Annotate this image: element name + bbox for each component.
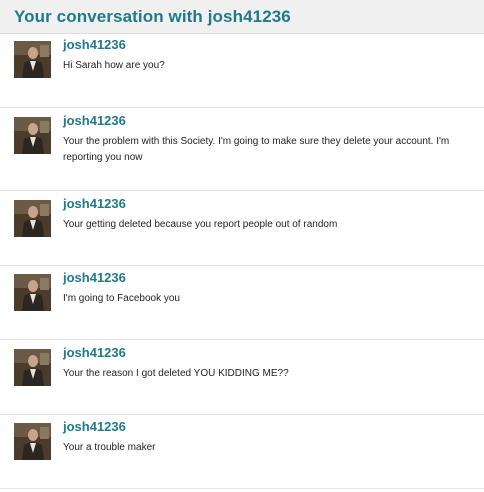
user-avatar-icon[interactable] [14,117,51,154]
message-text: Your a trouble maker [63,442,156,453]
user-avatar-icon[interactable] [14,274,51,311]
message-sender[interactable]: josh41236 [63,37,126,52]
page-title: Your conversation with josh41236 [14,6,291,26]
user-avatar-icon[interactable] [14,423,51,460]
message-divider [0,414,484,415]
user-avatar-icon[interactable] [14,200,51,237]
conversation-header: Your conversation with josh41236 [0,0,484,34]
message-text: Your getting deleted because you report … [63,219,338,230]
message-divider [0,107,484,108]
user-avatar-icon[interactable] [14,41,51,78]
message-divider [0,190,484,191]
message-text: Hi Sarah how are you? [63,60,165,71]
message-text: Your the reason I got deleted YOU KIDDIN… [63,368,289,379]
message-text: I'm going to Facebook you [63,293,180,304]
message-divider [0,339,484,340]
message-sender[interactable]: josh41236 [63,419,126,434]
message-sender[interactable]: josh41236 [63,196,126,211]
message-sender[interactable]: josh41236 [63,345,126,360]
message-divider [0,265,484,266]
message-sender[interactable]: josh41236 [63,113,126,128]
message-text: Your the problem with this Society. I'm … [63,136,450,163]
user-avatar-icon[interactable] [14,349,51,386]
message-sender[interactable]: josh41236 [63,270,126,285]
message-divider [0,488,484,489]
